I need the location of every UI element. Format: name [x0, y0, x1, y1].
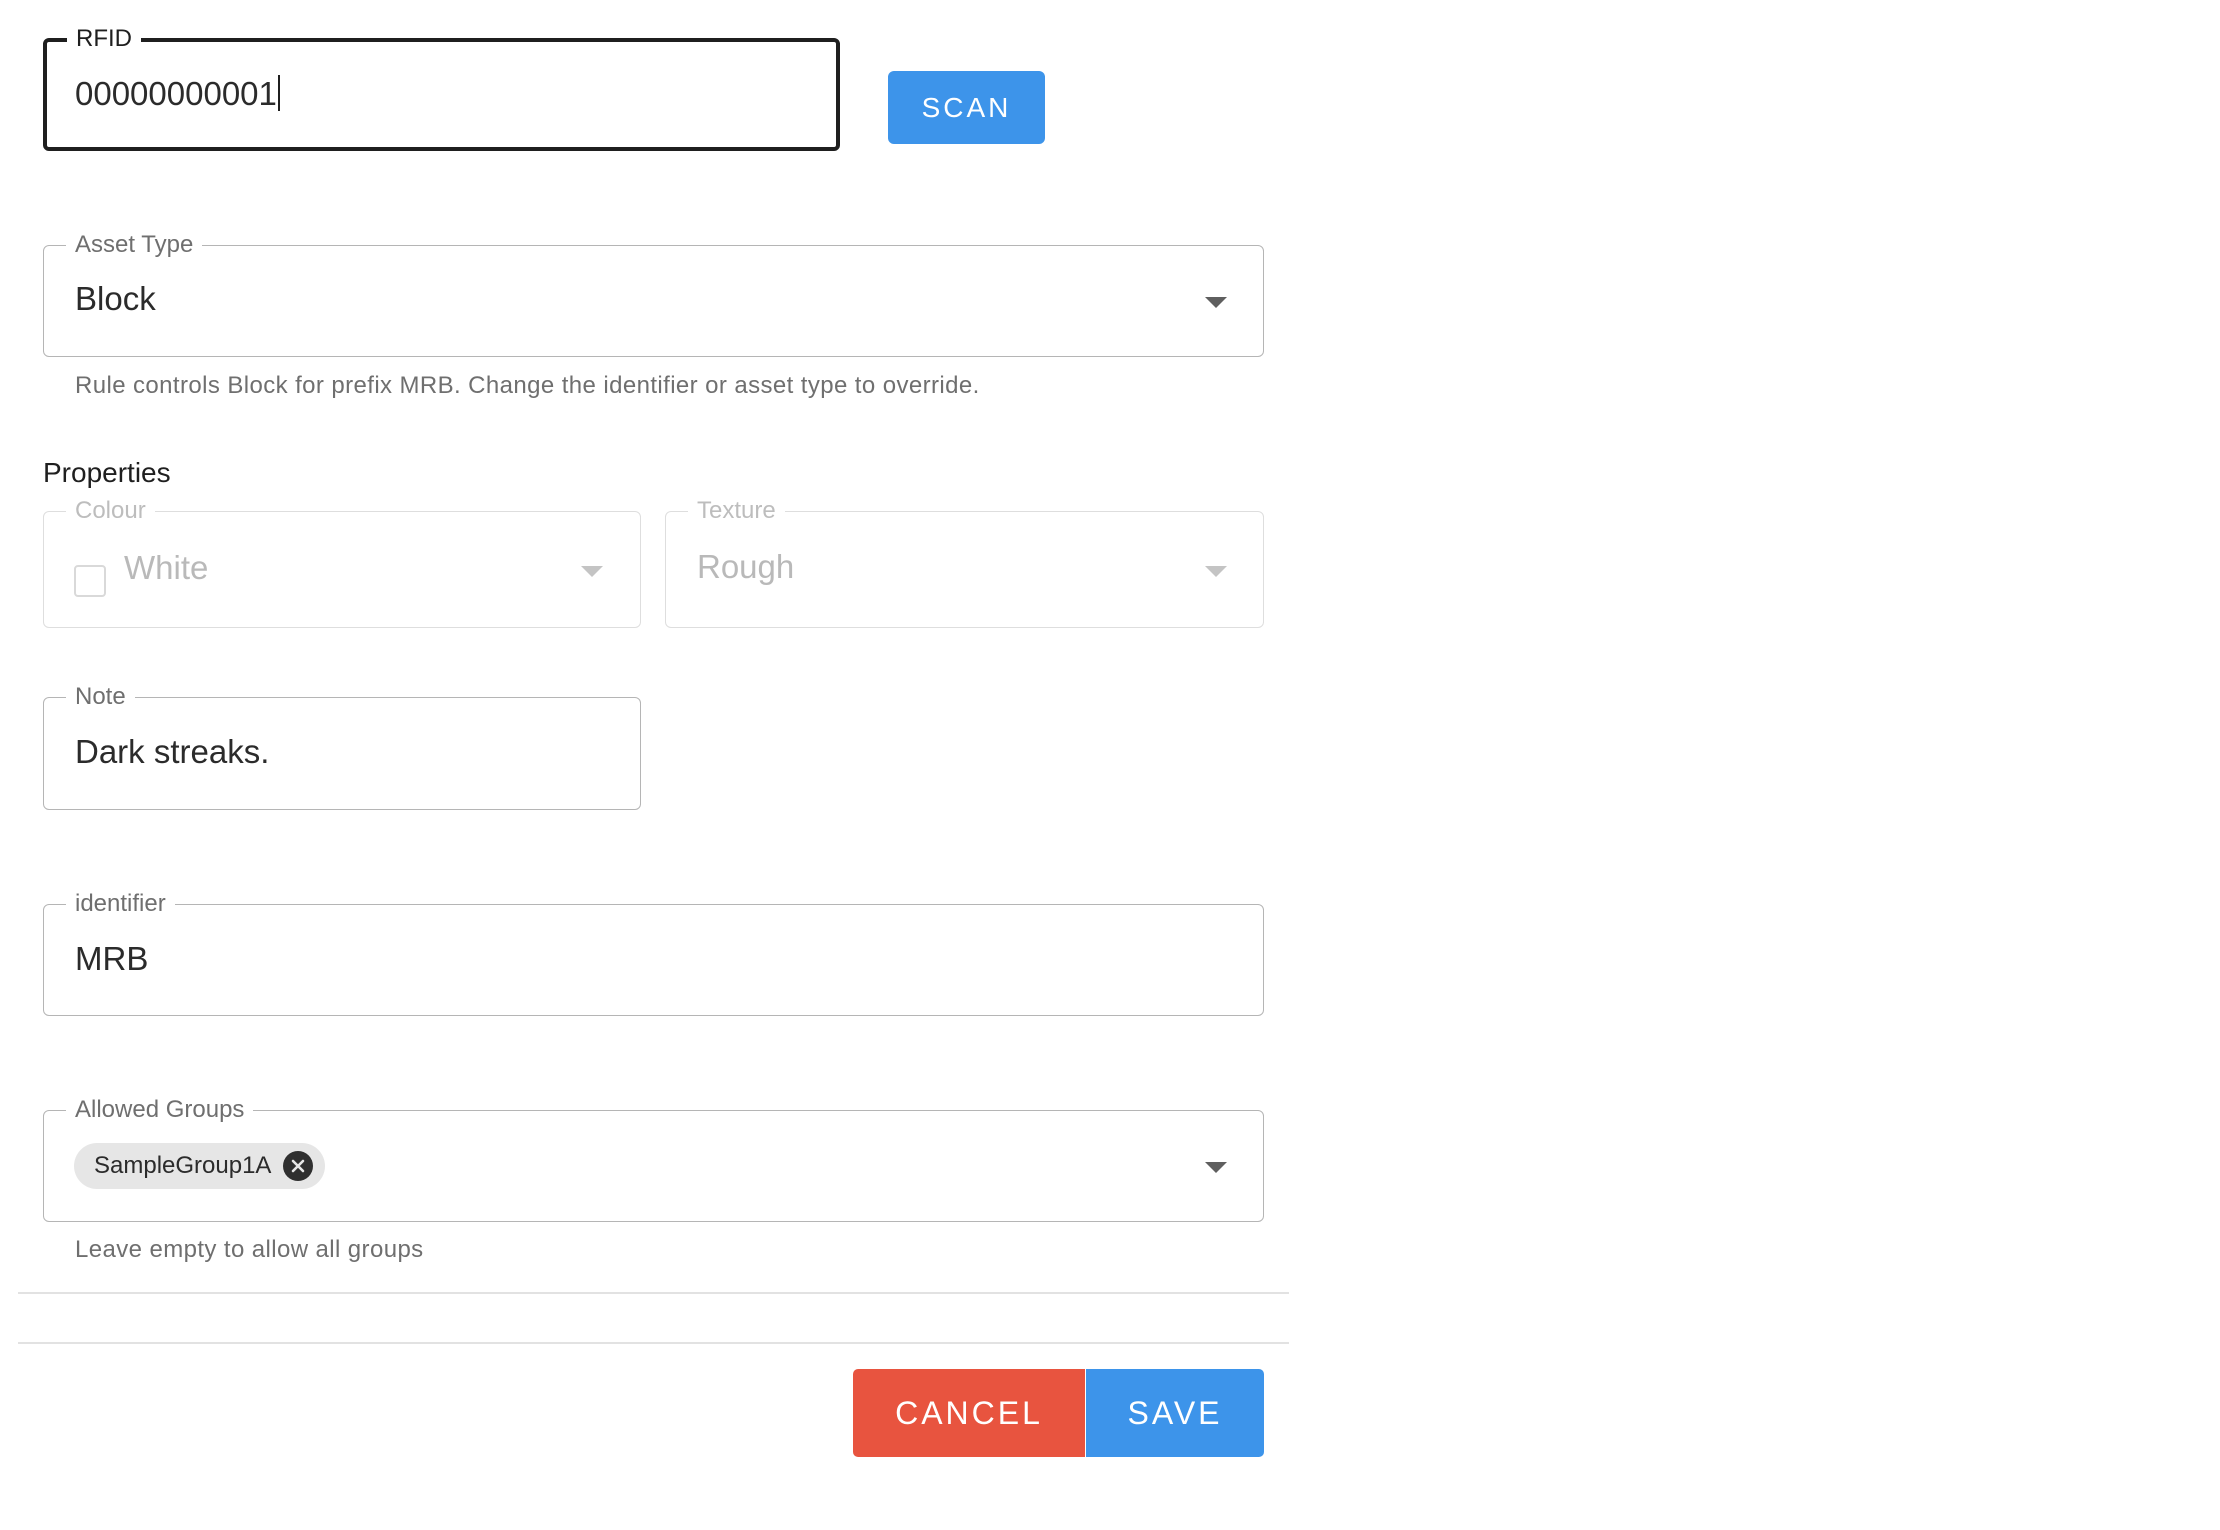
close-circle-icon[interactable] — [283, 1151, 314, 1181]
rfid-label: RFID — [67, 26, 141, 52]
texture-label: Texture — [688, 498, 785, 524]
texture-select[interactable]: Texture Rough — [665, 498, 1264, 628]
chevron-down-icon[interactable] — [1205, 566, 1227, 577]
identifier-field[interactable]: identifier MRB — [43, 891, 1264, 1016]
allowed-groups-label: Allowed Groups — [66, 1097, 254, 1123]
note-label: Note — [66, 684, 135, 710]
colour-checkbox[interactable] — [74, 565, 106, 597]
chevron-down-icon[interactable] — [581, 566, 603, 577]
chevron-down-icon[interactable] — [1205, 1162, 1227, 1173]
note-field[interactable]: Note Dark streaks. — [43, 684, 641, 810]
asset-type-helper: Rule controls Block for prefix MRB. Chan… — [75, 372, 980, 399]
save-button[interactable]: SAVE — [1086, 1369, 1264, 1457]
rfid-value-text: 00000000001 — [75, 75, 277, 112]
properties-title: Properties — [43, 457, 171, 488]
cancel-button[interactable]: CANCEL — [853, 1369, 1085, 1457]
rfid-field[interactable]: RFID 00000000001 — [43, 26, 840, 151]
allowed-groups-helper: Leave empty to allow all groups — [75, 1236, 424, 1263]
text-caret — [277, 75, 280, 111]
divider — [18, 1342, 1289, 1344]
scan-button-label: SCAN — [921, 91, 1012, 123]
rfid-input-value[interactable]: 00000000001 — [75, 75, 280, 113]
scan-button[interactable]: SCAN — [888, 71, 1045, 144]
save-button-label: SAVE — [1127, 1394, 1223, 1431]
group-chip[interactable]: SampleGroup1A — [74, 1143, 326, 1189]
asset-type-label: Asset Type — [66, 232, 203, 258]
cancel-button-label: CANCEL — [895, 1394, 1043, 1431]
colour-label: Colour — [66, 498, 155, 524]
texture-value: Rough — [697, 548, 795, 585]
chevron-down-icon[interactable] — [1205, 297, 1227, 308]
colour-value: White — [124, 549, 209, 586]
group-chip-label: SampleGroup1A — [94, 1152, 272, 1179]
colour-select[interactable]: Colour White — [43, 498, 641, 628]
note-value[interactable]: Dark streaks. — [75, 733, 269, 771]
identifier-label: identifier — [66, 891, 175, 917]
allowed-groups-select[interactable]: Allowed Groups SampleGroup1A — [43, 1097, 1264, 1222]
identifier-value[interactable]: MRB — [75, 940, 148, 978]
asset-form: RFID 00000000001 SCAN Asset Type Block R… — [0, 0, 2220, 1530]
asset-type-value: Block — [75, 280, 156, 317]
asset-type-select[interactable]: Asset Type Block — [43, 232, 1264, 357]
divider — [18, 1292, 1289, 1294]
